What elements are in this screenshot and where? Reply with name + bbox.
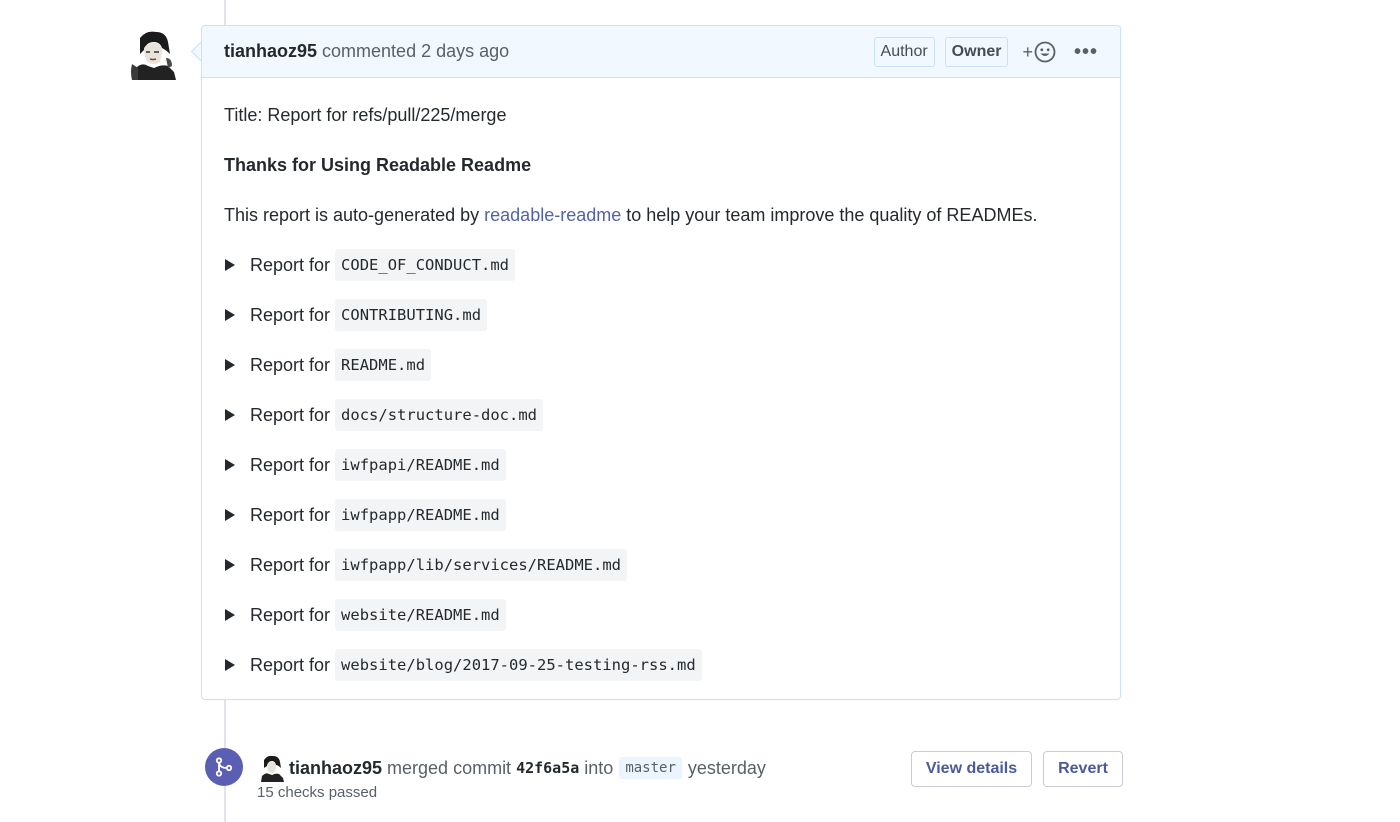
merge-into-text: into xyxy=(584,757,614,778)
report-heading: Thanks for Using Readable Readme xyxy=(224,155,532,175)
report-file: iwfpapp/README.md xyxy=(335,499,506,531)
owner-badge: Owner xyxy=(944,37,1009,67)
report-details-readme[interactable]: Report for README.md xyxy=(224,349,1098,381)
report-details-contributing[interactable]: Report for CONTRIBUTING.md xyxy=(224,299,1098,331)
merge-action-text: merged commit xyxy=(387,757,512,778)
report-details-blog-post[interactable]: Report for website/blog/2017-09-25-testi… xyxy=(224,649,1098,681)
report-details-code-of-conduct[interactable]: Report for CODE_OF_CONDUCT.md xyxy=(224,249,1098,281)
report-file: README.md xyxy=(335,349,432,381)
report-label: Report for xyxy=(250,305,331,325)
disclosure-triangle-icon xyxy=(225,409,235,421)
report-details-services-readme[interactable]: Report for iwfpapp/lib/services/README.m… xyxy=(224,549,1098,581)
checks-status: 15 checks passed xyxy=(257,784,378,801)
disclosure-triangle-icon xyxy=(225,309,235,321)
report-label: Report for xyxy=(250,455,331,475)
pull-request-timeline: tianhaoz95 commented 2 days ago Author O… xyxy=(0,0,1400,822)
disclosure-triangle-icon xyxy=(225,509,235,521)
smiley-icon xyxy=(1034,41,1056,63)
report-file: CODE_OF_CONDUCT.md xyxy=(335,249,516,281)
report-file: website/README.md xyxy=(335,599,506,631)
report-file: website/blog/2017-09-25-testing-rss.md xyxy=(335,649,702,681)
report-file: CONTRIBUTING.md xyxy=(335,299,488,331)
report-intro: This report is auto-generated by readabl… xyxy=(224,202,1098,228)
merge-event: tianhaoz95 merged commit 42f6a5a into ma… xyxy=(205,748,1125,808)
merge-event-text: tianhaoz95 merged commit 42f6a5a into ma… xyxy=(257,754,766,782)
disclosure-triangle-icon xyxy=(225,359,235,371)
comment-body: Title: Report for refs/pull/225/merge Th… xyxy=(202,78,1120,681)
readable-readme-link[interactable]: readable-readme xyxy=(484,205,621,225)
report-label: Report for xyxy=(250,505,331,525)
report-label: Report for xyxy=(250,355,331,375)
disclosure-triangle-icon xyxy=(225,459,235,471)
comment-header-actions: Author Owner + ••• xyxy=(864,26,1098,78)
disclosure-triangle-icon xyxy=(225,259,235,271)
merge-timestamp[interactable]: yesterday xyxy=(688,758,766,779)
report-file: iwfpapi/README.md xyxy=(335,449,506,481)
report-label: Report for xyxy=(250,555,331,575)
intro-text: This report is auto-generated by xyxy=(224,205,480,225)
report-label: Report for xyxy=(250,605,331,625)
merge-event-badge xyxy=(205,748,243,786)
report-label: Report for xyxy=(250,405,331,425)
avatar[interactable] xyxy=(257,754,285,782)
more-options-icon[interactable]: ••• xyxy=(1074,41,1098,64)
merge-author-link[interactable]: tianhaoz95 xyxy=(289,758,382,779)
report-details-website-readme[interactable]: Report for website/README.md xyxy=(224,599,1098,631)
comment-timestamp[interactable]: commented 2 days ago xyxy=(322,41,509,62)
plus-icon: + xyxy=(1022,41,1033,62)
branch-name[interactable]: master xyxy=(619,757,682,779)
report-title: Title: Report for refs/pull/225/merge xyxy=(224,105,507,125)
avatar[interactable] xyxy=(126,28,180,80)
report-details-iwfpapp-readme[interactable]: Report for iwfpapp/README.md xyxy=(224,499,1098,531)
add-reaction-button[interactable]: + xyxy=(1022,41,1056,63)
report-file: docs/structure-doc.md xyxy=(335,399,544,431)
git-merge-icon xyxy=(215,757,233,777)
report-label: Report for xyxy=(250,255,331,275)
report-label: Report for xyxy=(250,655,331,675)
intro-text-suffix: to help your team improve the quality of… xyxy=(626,205,1038,225)
report-details-structure-doc[interactable]: Report for docs/structure-doc.md xyxy=(224,399,1098,431)
commit-sha-link[interactable]: 42f6a5a xyxy=(516,759,579,777)
disclosure-triangle-icon xyxy=(225,659,235,671)
revert-button[interactable]: Revert xyxy=(1043,751,1123,787)
author-badge: Author xyxy=(873,37,935,67)
comment: tianhaoz95 commented 2 days ago Author O… xyxy=(201,25,1121,700)
report-details-iwfpapi-readme[interactable]: Report for iwfpapi/README.md xyxy=(224,449,1098,481)
view-details-button[interactable]: View details xyxy=(911,751,1032,787)
comment-author-link[interactable]: tianhaoz95 xyxy=(224,41,317,62)
disclosure-triangle-icon xyxy=(225,559,235,571)
disclosure-triangle-icon xyxy=(225,609,235,621)
comment-header: tianhaoz95 commented 2 days ago Author O… xyxy=(202,26,1120,78)
report-file: iwfpapp/lib/services/README.md xyxy=(335,549,628,581)
